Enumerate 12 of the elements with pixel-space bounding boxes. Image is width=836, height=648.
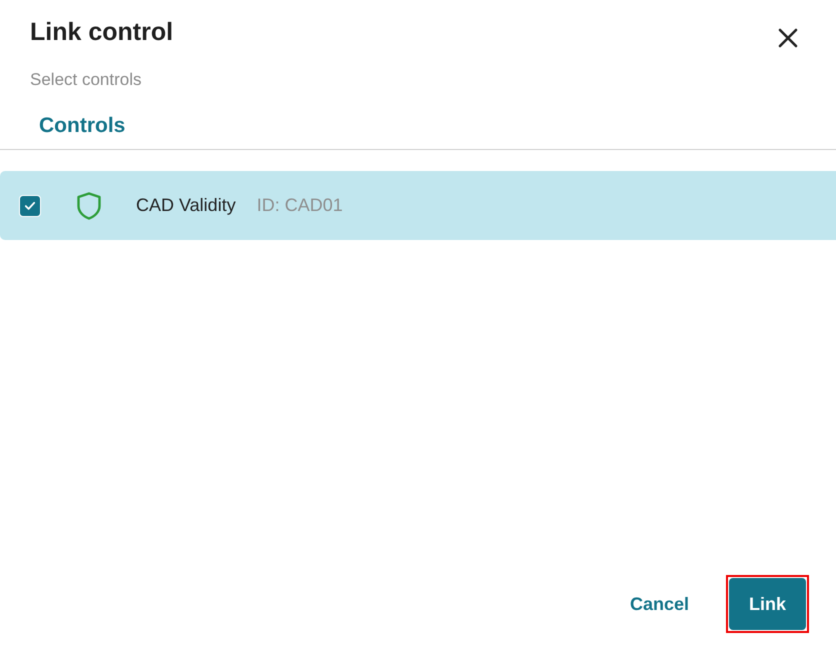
checkbox[interactable] [19, 194, 41, 216]
shield-icon [77, 192, 101, 220]
control-name: CAD Validity [136, 195, 236, 216]
checkmark-icon [25, 202, 35, 210]
cancel-button[interactable]: Cancel [630, 594, 689, 614]
control-row[interactable]: CAD Validity ID: CAD01 [0, 171, 836, 240]
close-icon[interactable] [778, 28, 798, 48]
dialog-title: Link control [30, 17, 174, 47]
controls-tab[interactable]: Controls [39, 114, 126, 138]
control-id: ID: CAD01 [256, 195, 343, 216]
dialog-subtitle: Select controls [30, 70, 142, 90]
link-button[interactable]: Link [729, 578, 806, 630]
